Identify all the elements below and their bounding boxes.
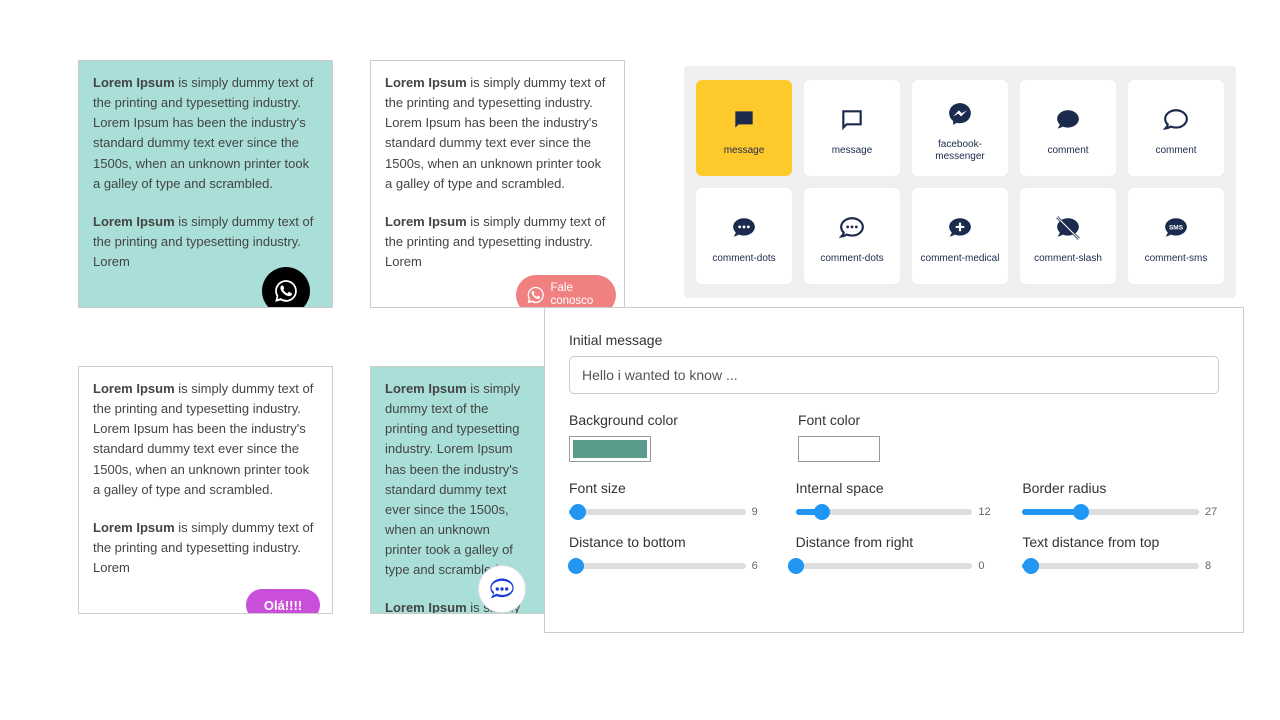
slider-font-size[interactable]: Font size 9 — [569, 480, 766, 518]
settings-panel[interactable]: Initial message Background color Font co… — [544, 307, 1244, 633]
preview-widget-1: Lorem Ipsum is simply dummy text of the … — [78, 60, 333, 308]
lorem-bold: Lorem Ipsum — [385, 600, 467, 613]
lorem-text: is simply dummy text of the printing and… — [93, 75, 313, 191]
preview-content[interactable]: Lorem Ipsum is simply dummy text of the … — [79, 367, 332, 613]
icon-tile-message-outline[interactable]: message — [804, 80, 900, 176]
initial-message-input[interactable] — [569, 356, 1219, 394]
slider-value: 0 — [978, 560, 992, 572]
icon-label: comment-slash — [1032, 253, 1104, 265]
icon-label: comment-medical — [919, 253, 1002, 265]
float-button-label: Olá!!!! — [264, 598, 302, 613]
svg-text:SMS: SMS — [1169, 225, 1184, 232]
comment-dots-outline-icon — [837, 213, 867, 243]
font-color-inner — [802, 440, 876, 458]
slider-label: Text distance from top — [1022, 534, 1219, 550]
font-color-swatch[interactable] — [798, 436, 880, 462]
icon-label: message — [830, 145, 875, 157]
icon-tile-comment[interactable]: comment — [1020, 80, 1116, 176]
float-button-comment-dots[interactable] — [478, 565, 526, 613]
message-icon — [729, 105, 759, 135]
slider-label: Border radius — [1022, 480, 1219, 496]
float-button-whatsapp-black[interactable] — [262, 267, 310, 308]
initial-message-label: Initial message — [569, 332, 1219, 348]
slider-value: 27 — [1205, 506, 1219, 518]
icon-label: comment-dots — [818, 253, 885, 265]
lorem-bold: Lorem Ipsum — [93, 381, 175, 396]
slider-distance-bottom[interactable]: Distance to bottom 6 — [569, 534, 766, 572]
whatsapp-icon — [526, 283, 545, 307]
slider-label: Font size — [569, 480, 766, 496]
lorem-text: is simply dummy text of the printing and… — [385, 75, 605, 191]
font-color-label: Font color — [798, 412, 880, 428]
icon-tile-comment-medical[interactable]: comment-medical — [912, 188, 1008, 284]
comment-dots-icon — [729, 213, 759, 243]
slider-label: Internal space — [796, 480, 993, 496]
icon-tile-facebook-messenger[interactable]: facebook-messenger — [912, 80, 1008, 176]
slider-label: Distance from right — [796, 534, 993, 550]
comment-slash-icon — [1053, 213, 1083, 243]
slider-internal-space[interactable]: Internal space 12 — [796, 480, 993, 518]
float-button-label: Fale conosco — [550, 282, 606, 307]
icon-picker: message message facebook-messenger comment c… — [684, 66, 1236, 298]
icon-tile-comment-outline[interactable]: comment — [1128, 80, 1224, 176]
lorem-bold: Lorem Ipsum — [385, 75, 467, 90]
slider-value: 12 — [978, 506, 992, 518]
lorem-text: is simply dummy text of the printing and… — [93, 381, 313, 497]
icon-label: message — [722, 145, 767, 157]
icon-tile-comment-sms[interactable]: SMS comment-sms — [1128, 188, 1224, 284]
float-button-fale-conosco[interactable]: Fale conosco — [516, 275, 616, 308]
comment-dots-icon — [488, 575, 516, 603]
facebook-messenger-icon — [945, 99, 975, 129]
lorem-bold: Lorem Ipsum — [93, 75, 175, 90]
comment-medical-icon — [945, 213, 975, 243]
comment-outline-icon — [1161, 105, 1191, 135]
whatsapp-icon — [273, 278, 299, 304]
icon-label: comment-sms — [1143, 253, 1210, 265]
slider-label: Distance to bottom — [569, 534, 766, 550]
slider-text-distance-top[interactable]: Text distance from top 8 — [1022, 534, 1219, 572]
lorem-text: is simply dummy text of the printing and… — [385, 381, 520, 577]
icon-tile-message[interactable]: message — [696, 80, 792, 176]
background-color-swatch[interactable] — [569, 436, 651, 462]
background-color-inner — [573, 440, 647, 458]
icon-label: comment — [1153, 145, 1198, 157]
slider-border-radius[interactable]: Border radius 27 — [1022, 480, 1219, 518]
slider-value: 9 — [752, 506, 766, 518]
comment-icon — [1053, 105, 1083, 135]
background-color-label: Background color — [569, 412, 678, 428]
lorem-bold: Lorem Ipsum — [93, 520, 175, 535]
preview-content[interactable]: Lorem Ipsum is simply dummy text of the … — [371, 61, 624, 307]
lorem-bold: Lorem Ipsum — [385, 381, 467, 396]
comment-sms-icon: SMS — [1161, 213, 1191, 243]
preview-widget-2: Lorem Ipsum is simply dummy text of the … — [370, 60, 625, 308]
icon-label: facebook-messenger — [912, 139, 1008, 163]
icon-label: comment-dots — [710, 253, 777, 265]
slider-value: 8 — [1205, 560, 1219, 572]
message-outline-icon — [837, 105, 867, 135]
icon-label: comment — [1045, 145, 1090, 157]
lorem-bold: Lorem Ipsum — [93, 214, 175, 229]
slider-value: 6 — [752, 560, 766, 572]
icon-tile-comment-dots[interactable]: comment-dots — [696, 188, 792, 284]
float-button-ola[interactable]: Olá!!!! — [246, 589, 320, 614]
preview-widget-4: Lorem Ipsum is simply dummy text of the … — [370, 366, 545, 614]
icon-tile-comment-dots-outline[interactable]: comment-dots — [804, 188, 900, 284]
slider-distance-right[interactable]: Distance from right 0 — [796, 534, 993, 572]
preview-widget-3: Lorem Ipsum is simply dummy text of the … — [78, 366, 333, 614]
icon-tile-comment-slash[interactable]: comment-slash — [1020, 188, 1116, 284]
lorem-bold: Lorem Ipsum — [385, 214, 467, 229]
